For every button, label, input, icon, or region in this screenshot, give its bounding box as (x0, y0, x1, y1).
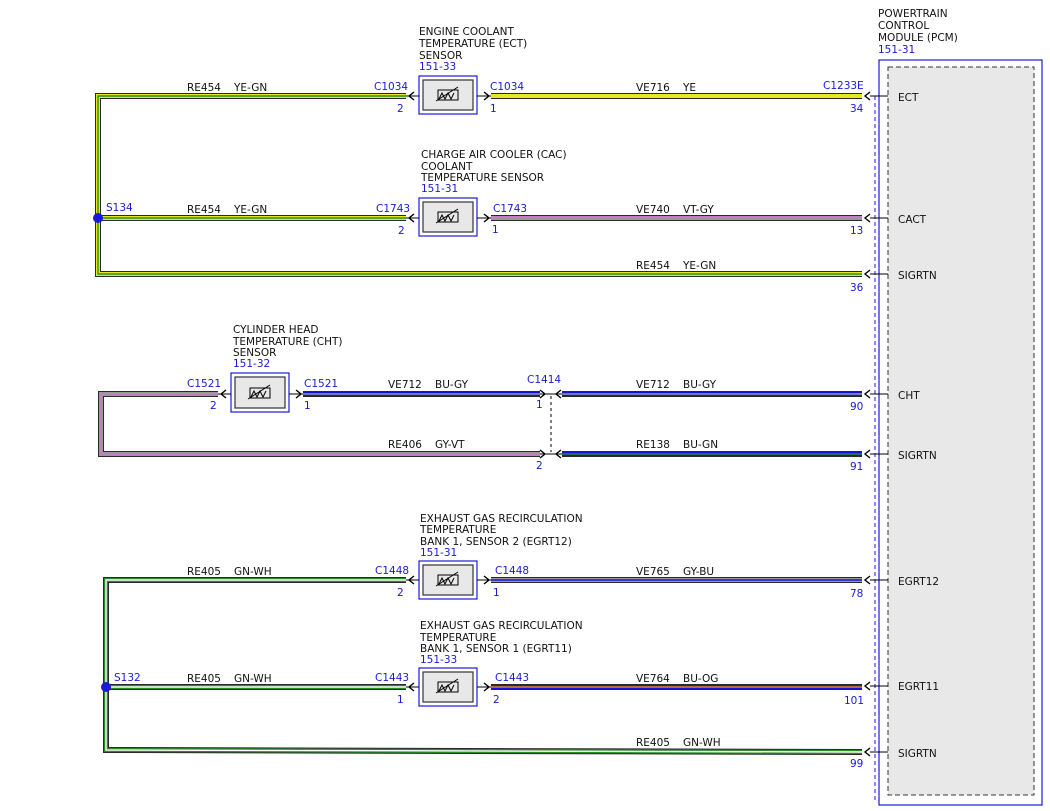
cht-sensor: CYLINDER HEAD TEMPERATURE (CHT) SENSOR 1… (187, 324, 343, 413)
cht-right-pin: 1 (304, 400, 311, 412)
wire-8-circuit: RE138 (636, 439, 670, 451)
wire-5-color: BU-GY (435, 379, 469, 391)
c1414-connector: C1414 1 2 (527, 374, 562, 472)
wire-8-color: BU-GN (683, 439, 718, 451)
wire-3-pin: 13 (850, 225, 863, 237)
wire-7-circuit: RE406 (388, 439, 422, 451)
wire-2-color: YE-GN (233, 204, 267, 216)
wire-9-circuit: RE405 (187, 566, 221, 578)
c1414-pin-1: 1 (536, 399, 543, 411)
cht-title-1: CYLINDER HEAD (233, 324, 319, 336)
egrt12-left-conn: C1448 (375, 565, 409, 577)
wire-2-circuit: RE454 (187, 204, 221, 216)
pcm-pin-sigrtn-1: SIGRTN (898, 270, 937, 282)
wire-10-circuit: VE765 (636, 566, 670, 578)
wire-10-color: GY-BU (683, 566, 714, 578)
pcm-title-line-2: CONTROL (878, 20, 929, 32)
cht-ref: 151-32 (233, 358, 270, 370)
wire-7 (98, 391, 540, 457)
wire-4-pin: 36 (850, 282, 864, 294)
wire-12-pin: 101 (844, 695, 864, 707)
egrt12-title-2: TEMPERATURE (419, 524, 496, 536)
wire-0-color: YE-GN (233, 82, 267, 94)
wire-10-pin: 78 (850, 588, 863, 600)
c1414-label: C1414 (527, 374, 561, 386)
pcm-pin-sigrtn-3: SIGRTN (898, 748, 937, 760)
ect-right-conn: C1034 (490, 81, 524, 93)
wiring-diagram: POWERTRAIN CONTROL MODULE (PCM) 151-31 C… (93, 8, 1043, 806)
wire-1-circuit: VE716 (636, 82, 670, 94)
ect-title-1: ENGINE COOLANT (419, 26, 515, 38)
wire-0 (95, 93, 406, 218)
cac-title-1: CHARGE AIR COOLER (CAC) (421, 149, 567, 161)
egrt11-title-1: EXHAUST GAS RECIRCULATION (420, 620, 583, 632)
cac-sensor: CHARGE AIR COOLER (CAC) COOLANT TEMPERAT… (376, 149, 567, 237)
ect-sensor: ENGINE COOLANT TEMPERATURE (ECT) SENSOR … (374, 26, 527, 115)
pcm-pin-cact: CACT (898, 214, 927, 226)
splice-s132-label: S132 (114, 672, 141, 684)
wire-5-circuit: VE712 (388, 379, 422, 391)
wire-labels: RE454 YE-GN VE716 YE 34 RE454 YE-GN VE74… (187, 82, 864, 770)
wire-13-pin: 99 (850, 758, 863, 770)
cht-left-pin: 2 (210, 400, 217, 412)
wire-9 (103, 577, 406, 687)
c1414-pin-2: 2 (536, 460, 543, 472)
wire-11-circuit: RE405 (187, 673, 221, 685)
splice-s134-label: S134 (106, 202, 133, 214)
egrt11-right-pin: 2 (493, 694, 500, 706)
wire-6-pin: 90 (850, 401, 863, 413)
wire-12-color: BU-OG (683, 673, 718, 685)
egrt11-sensor: EXHAUST GAS RECIRCULATION TEMPERATURE BA… (375, 620, 583, 707)
wire-3-color: VT-GY (683, 204, 714, 216)
wire-13-circuit: RE405 (636, 737, 670, 749)
pcm-connector-label: C1233E (823, 80, 864, 92)
pcm-pin-egrt12: EGRT12 (898, 576, 939, 588)
cac-left-pin: 2 (398, 225, 405, 237)
ect-left-conn: C1034 (374, 81, 408, 93)
egrt11-right-conn: C1443 (495, 672, 529, 684)
egrt11-left-conn: C1443 (375, 672, 409, 684)
ect-left-pin: 2 (397, 103, 404, 115)
wire-0-circuit: RE454 (187, 82, 221, 94)
wire-4-circuit: RE454 (636, 260, 670, 272)
wire-12-circuit: VE764 (636, 673, 670, 685)
wire-13 (103, 687, 863, 755)
wire-11-color: GN-WH (234, 673, 272, 685)
pcm-pin-egrt11: EGRT11 (898, 681, 939, 693)
egrt12-sensor: EXHAUST GAS RECIRCULATION TEMPERATURE BA… (375, 513, 583, 600)
egrt11-ref: 151-33 (420, 654, 457, 666)
wire-4 (95, 218, 862, 277)
cac-right-conn: C1743 (493, 203, 527, 215)
wire-6-circuit: VE712 (636, 379, 670, 391)
wire-1-pin: 34 (850, 103, 864, 115)
cac-right-pin: 1 (492, 224, 499, 236)
egrt12-right-pin: 1 (493, 587, 500, 599)
wire-3-circuit: VE740 (636, 204, 670, 216)
wire-9-color: GN-WH (234, 566, 272, 578)
ect-right-pin: 1 (490, 103, 497, 115)
pcm-pin-sigrtn-2: SIGRTN (898, 450, 937, 462)
egrt12-ref: 151-31 (420, 547, 457, 559)
wire-6-color: BU-GY (683, 379, 717, 391)
ect-ref: 151-33 (419, 61, 456, 73)
cht-left-conn: C1521 (187, 378, 221, 390)
egrt12-right-conn: C1448 (495, 565, 529, 577)
egrt12-left-pin: 2 (397, 587, 404, 599)
pcm-title-line-1: POWERTRAIN (878, 8, 948, 20)
cac-ref: 151-31 (421, 183, 458, 195)
ect-title-2: TEMPERATURE (ECT) (418, 38, 527, 50)
wire-8-pin: 91 (850, 461, 863, 473)
wire-13-color: GN-WH (683, 737, 721, 749)
pcm-title-line-3: MODULE (PCM) (878, 32, 958, 44)
wire-1-color: YE (682, 82, 696, 94)
wire-7-color: GY-VT (435, 439, 465, 451)
cac-left-conn: C1743 (376, 203, 410, 215)
pcm-pin-ect: ECT (898, 92, 919, 104)
cht-right-conn: C1521 (304, 378, 338, 390)
pcm-pin-cht: CHT (898, 390, 920, 402)
egrt11-left-pin: 1 (397, 694, 404, 706)
pcm-ref: 151-31 (878, 44, 915, 56)
wire-4-color: YE-GN (682, 260, 716, 272)
